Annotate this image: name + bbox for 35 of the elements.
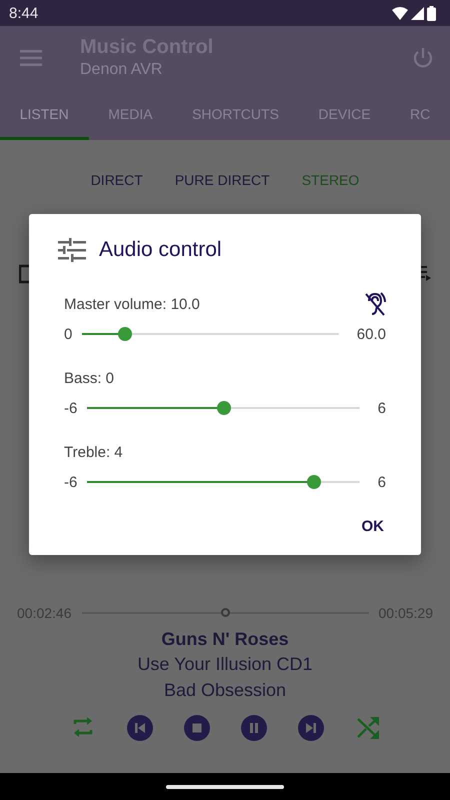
slider-thumb[interactable] — [307, 475, 322, 489]
previous-icon[interactable] — [126, 715, 152, 741]
menu-icon[interactable] — [20, 50, 42, 66]
muted-ear-icon[interactable] — [364, 292, 386, 316]
sound-mode-button[interactable]: DIRECT — [86, 168, 147, 192]
home-handle[interactable] — [166, 784, 284, 788]
slider-max: 60.0 — [356, 326, 386, 342]
slider-min: -6 — [64, 400, 78, 416]
wifi-icon — [392, 6, 408, 20]
clock: 8:44 — [9, 4, 38, 22]
slider-label: Master volume: 10.0 — [64, 296, 200, 312]
equalizer-icon — [58, 238, 86, 262]
album-name: Use Your Illusion CD1 — [137, 653, 313, 676]
sound-mode-button[interactable]: STEREO — [298, 168, 364, 192]
signal-icon — [411, 6, 424, 20]
tab[interactable]: LISTEN — [0, 90, 88, 140]
artist-name: Guns N' Roses — [161, 628, 289, 651]
seek-thumb[interactable] — [221, 608, 230, 617]
slider-thumb[interactable] — [216, 401, 230, 415]
slider-label: Treble: 4 — [64, 444, 123, 460]
sound-mode-button[interactable]: PURE DIRECT — [170, 168, 274, 192]
slider-max: 6 — [378, 474, 386, 490]
ok-button[interactable]: OK — [360, 510, 386, 543]
track-name: Bad Obsession — [164, 679, 286, 702]
slider-max: 6 — [378, 400, 386, 416]
pause-icon[interactable] — [240, 715, 266, 741]
next-icon[interactable] — [298, 715, 324, 741]
slider-label: Bass: 0 — [64, 370, 114, 386]
slider-min: 0 — [64, 326, 72, 342]
dialog-title: Audio control — [99, 237, 222, 263]
power-icon[interactable] — [412, 47, 434, 69]
slider-thumb[interactable] — [118, 327, 132, 341]
stop-icon[interactable] — [184, 715, 210, 741]
slider-min: -6 — [64, 474, 78, 490]
battery-icon — [427, 6, 436, 20]
